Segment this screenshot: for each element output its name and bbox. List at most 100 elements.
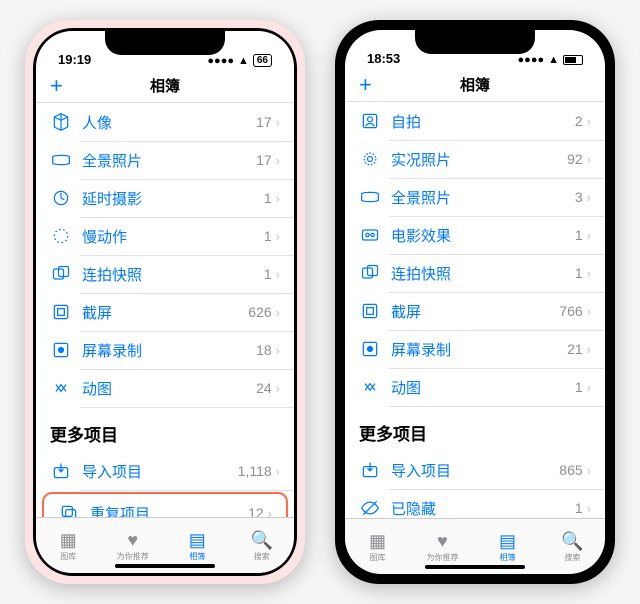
wifi-icon: ▲	[238, 55, 249, 67]
notch	[415, 30, 535, 54]
row-count: 2	[575, 113, 583, 129]
list-row[interactable]: 导入项目1,118›	[36, 452, 294, 490]
search-icon: 🔍	[251, 530, 273, 550]
row-label: 连拍快照	[82, 264, 264, 285]
burst-icon	[50, 263, 72, 285]
list-row[interactable]: 动图24›	[36, 369, 294, 407]
screenrec-icon	[359, 338, 381, 360]
tab-label: 搜索	[565, 552, 581, 563]
chevron-right-icon: ›	[587, 228, 591, 243]
status-time: 19:19	[58, 52, 91, 67]
list-row[interactable]: 截屏626›	[36, 293, 294, 331]
row-count: 1	[575, 379, 583, 395]
add-button[interactable]: +	[359, 72, 372, 98]
album-list[interactable]: 人像17›全景照片17›延时摄影1›慢动作1›连拍快照1›截屏626›屏幕录制1…	[36, 103, 294, 517]
screenshot-icon	[50, 301, 72, 323]
list-row[interactable]: 导入项目865›	[345, 451, 605, 489]
screenshot-icon	[359, 300, 381, 322]
section-header: 更多项目	[36, 407, 294, 452]
row-label: 屏幕录制	[391, 339, 567, 360]
row-label: 连拍快照	[391, 263, 575, 284]
row-count: 18	[256, 342, 272, 358]
row-label: 自拍	[391, 111, 575, 132]
row-count: 3	[575, 189, 583, 205]
row-label: 全景照片	[391, 187, 575, 208]
slomo-icon	[50, 225, 72, 247]
phone-right: 18:53 ●●●● ▲ + 相簿 自拍2›实况照片92›全景照片3›电影效果1…	[335, 20, 615, 584]
import-icon	[359, 459, 381, 481]
list-row[interactable]: 全景照片17 ›	[36, 141, 294, 179]
list-row[interactable]: 慢动作1›	[36, 217, 294, 255]
timelapse-icon	[50, 187, 72, 209]
chevron-right-icon: ›	[276, 229, 280, 244]
row-count: 1,118	[238, 463, 272, 479]
row-count: 1	[575, 227, 583, 243]
row-label: 电影效果	[391, 225, 575, 246]
home-indicator[interactable]	[115, 564, 215, 568]
row-label: 动图	[82, 378, 256, 399]
list-row[interactable]: 重复项目12›	[44, 494, 286, 517]
row-count: 1	[264, 266, 272, 282]
row-label: 慢动作	[82, 226, 264, 247]
chevron-right-icon: ›	[587, 190, 591, 205]
list-row[interactable]: 全景照片3 ›	[345, 178, 605, 216]
tab-library[interactable]: ▦图库	[36, 518, 101, 573]
row-label: 导入项目	[391, 460, 559, 481]
pano-icon	[50, 149, 72, 171]
screenrec-icon	[50, 339, 72, 361]
battery-box: 66	[253, 54, 272, 67]
gif-icon	[50, 377, 72, 399]
row-count: 865	[559, 462, 582, 478]
row-label: 动图	[391, 377, 575, 398]
chevron-right-icon: ›	[587, 114, 591, 129]
row-label: 已隐藏	[391, 498, 575, 519]
tab-label: 相簿	[500, 552, 516, 563]
chevron-right-icon: ›	[587, 266, 591, 281]
list-row[interactable]: 实况照片92›	[345, 140, 605, 178]
tab-library[interactable]: ▦图库	[345, 519, 410, 574]
list-row[interactable]: 自拍2 ›	[345, 102, 605, 140]
list-row[interactable]: 屏幕录制21›	[345, 330, 605, 368]
burst-icon	[359, 262, 381, 284]
chevron-right-icon: ›	[276, 115, 280, 130]
selfie-icon	[359, 110, 381, 132]
list-row[interactable]: 屏幕录制18›	[36, 331, 294, 369]
foryou-icon: ♥	[127, 530, 138, 550]
list-row[interactable]: 延时摄影1›	[36, 179, 294, 217]
row-label: 人像	[82, 112, 256, 133]
list-row[interactable]: 连拍快照1›	[36, 255, 294, 293]
albums-icon: ▤	[499, 531, 516, 551]
search-icon: 🔍	[561, 531, 583, 551]
row-count: 12	[248, 505, 264, 517]
row-count: 1	[264, 190, 272, 206]
list-row[interactable]: 连拍快照1 ›	[345, 254, 605, 292]
row-count: 1	[575, 265, 583, 281]
home-indicator[interactable]	[425, 565, 525, 569]
list-row[interactable]: 截屏766›	[345, 292, 605, 330]
album-list[interactable]: 自拍2›实况照片92›全景照片3›电影效果1›连拍快照1›截屏766›屏幕录制2…	[345, 102, 605, 518]
tab-label: 为你推荐	[117, 551, 149, 562]
chevron-right-icon: ›	[276, 153, 280, 168]
row-count: 17	[256, 152, 272, 168]
import-icon	[50, 460, 72, 482]
page-title: 相簿	[460, 74, 490, 95]
gif-icon	[359, 376, 381, 398]
row-label: 屏幕录制	[82, 340, 256, 361]
list-row[interactable]: 人像17 ›	[36, 103, 294, 141]
list-row[interactable]: 动图1›	[345, 368, 605, 406]
list-row[interactable]: 电影效果1 ›	[345, 216, 605, 254]
library-icon: ▦	[60, 530, 77, 550]
live-icon	[359, 148, 381, 170]
signal-icon: ●●●●	[518, 54, 545, 66]
pano-icon	[359, 186, 381, 208]
list-row[interactable]: 已隐藏1›	[345, 489, 605, 518]
status-right: ●●●● ▲	[518, 54, 583, 66]
page-title: 相簿	[150, 75, 180, 96]
add-button[interactable]: +	[50, 73, 63, 99]
chevron-right-icon: ›	[276, 381, 280, 396]
tab-search[interactable]: 🔍搜索	[540, 519, 605, 574]
tab-search[interactable]: 🔍搜索	[230, 518, 295, 573]
row-count: 17	[256, 114, 272, 130]
row-count: 92	[567, 151, 583, 167]
row-label: 全景照片	[82, 150, 256, 171]
